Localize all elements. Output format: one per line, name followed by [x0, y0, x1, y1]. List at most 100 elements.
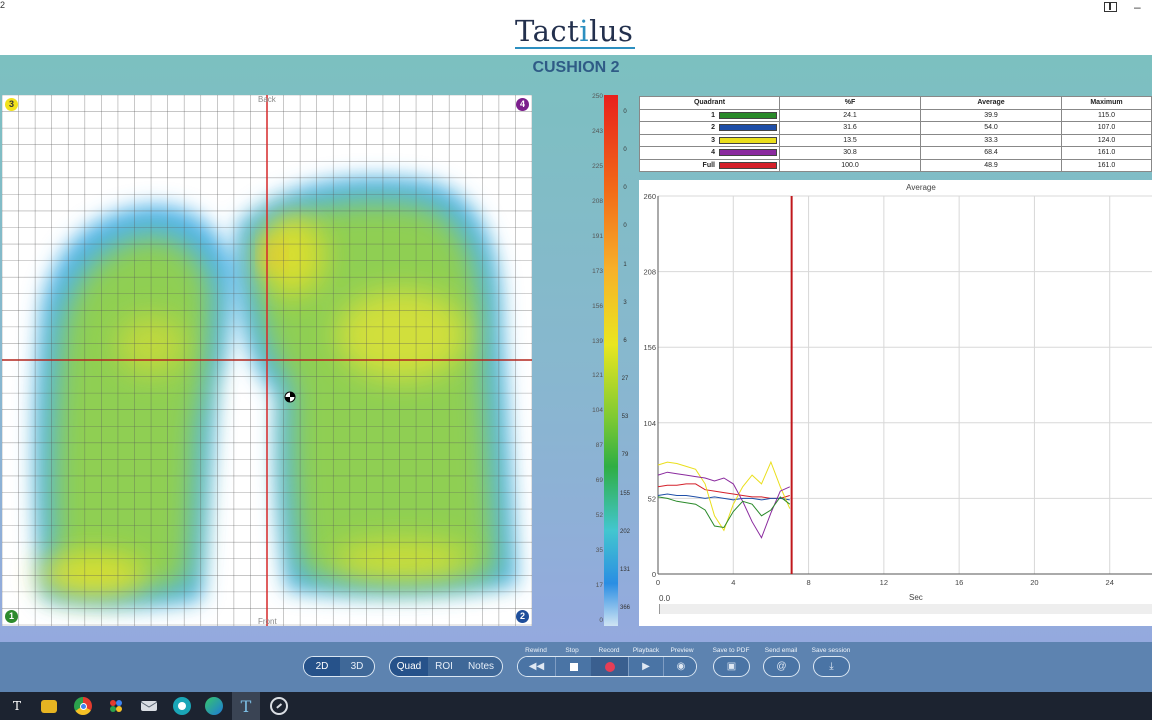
tactilus-text-icon[interactable]: T	[8, 697, 26, 715]
quadrant-cell: 4	[639, 146, 780, 160]
scale-value-label: 139	[592, 337, 603, 345]
quadrant-cell: 2	[639, 121, 780, 135]
scale-values: 250 243 225 208 191 173 156 139 121 104 87 69 52 35 17…	[588, 93, 604, 626]
apps-icon[interactable]	[107, 697, 125, 715]
minimize-icon[interactable]: –	[1134, 0, 1141, 14]
series-line	[657, 496, 791, 529]
save-disk-icon: ▣	[726, 661, 737, 672]
view-3d-button[interactable]: 3D	[340, 657, 374, 676]
stop-icon	[569, 662, 578, 671]
pressure-scale: 250 243 225 208 191 173 156 139 121 104 87 69 52 35 17…	[588, 93, 632, 626]
file-explorer-icon[interactable]	[41, 700, 57, 713]
average-chart[interactable]: Average0481216202428052104156208260 0.0 …	[639, 180, 1152, 626]
browser-icon[interactable]	[173, 697, 191, 715]
y-tick-label: 52	[648, 494, 656, 503]
quadrant-badge-1: 1	[5, 610, 18, 623]
edge-icon[interactable]	[205, 697, 223, 715]
scale-value-label: 69	[595, 477, 603, 485]
transport-controls: ◀◀ ▶ ◉	[517, 656, 697, 677]
scale-percent-label: 6	[623, 337, 627, 344]
front-label: Front	[258, 617, 277, 626]
preview-button[interactable]: ◉	[663, 657, 696, 676]
maximum-cell: 115.0	[1061, 108, 1152, 122]
save-session-button[interactable]: ⤓	[813, 656, 850, 677]
x-tick-label: 0	[656, 578, 660, 587]
quadrant-color-swatch	[719, 149, 777, 157]
series-line	[657, 483, 790, 499]
maximum-cell: 124.0	[1061, 133, 1152, 147]
notes-button[interactable]: Notes	[460, 657, 502, 676]
x-tick-label: 8	[806, 578, 810, 587]
header-percent-force: %F	[779, 96, 921, 110]
save-session-label: Save session	[811, 647, 851, 654]
scale-percent-label: 0	[623, 147, 627, 154]
scale-percent-label: 79	[621, 452, 629, 459]
eye-icon: ◉	[676, 661, 686, 672]
record-button[interactable]	[591, 657, 628, 676]
roi-button[interactable]: ROI	[428, 657, 460, 676]
table-header-row: Quadrant %F Average Maximum	[639, 96, 1152, 110]
scale-value-label: 208	[592, 197, 603, 205]
view-mode-toggle[interactable]: 2D 3D	[303, 656, 375, 677]
chrome-icon[interactable]	[74, 697, 92, 715]
quadrant-label: 3	[711, 136, 715, 144]
tactilus-app-icon[interactable]: T	[237, 697, 255, 716]
clock-app-icon[interactable]	[270, 697, 288, 715]
stop-label: Stop	[565, 647, 579, 654]
quadrant-label: Full	[702, 161, 715, 169]
header-quadrant: Quadrant	[639, 96, 780, 110]
scale-percent-label: 202	[619, 528, 630, 535]
play-icon: ▶	[642, 661, 650, 672]
scale-percent-label: 0	[623, 109, 627, 115]
percent-force-cell: 24.1	[779, 108, 921, 122]
chart-x-axis-label: Sec	[909, 593, 923, 602]
logo-underline	[515, 47, 635, 49]
quadrant-color-swatch	[719, 161, 777, 169]
scale-value-label: 104	[592, 407, 603, 415]
page-title: CUSHION 2	[532, 59, 620, 76]
table-row: 2 31.6 54.0 107.0	[639, 121, 1152, 135]
rewind-icon: ◀◀	[528, 661, 545, 672]
send-email-button[interactable]: @	[763, 656, 800, 677]
quadrant-badge-3: 3	[5, 98, 18, 111]
scale-value-label: 35	[595, 547, 603, 555]
y-tick-label: 208	[643, 268, 656, 277]
scale-percent-label: 1	[623, 261, 627, 268]
save-pdf-button[interactable]: ▣	[713, 656, 750, 677]
back-label: Back	[258, 95, 276, 104]
view-2d-button[interactable]: 2D	[304, 657, 340, 676]
quadrant-cell: Full	[639, 158, 780, 172]
window-layout-icon[interactable]	[1104, 2, 1117, 12]
maximum-cell: 107.0	[1061, 121, 1152, 135]
scale-value-label: 121	[592, 372, 603, 380]
overlay-mode-toggle[interactable]: Quad ROI Notes	[389, 656, 503, 677]
scale-value-label: 243	[592, 127, 603, 135]
scale-value-label: 173	[592, 267, 603, 275]
y-tick-label: 104	[643, 419, 656, 428]
series-line	[657, 460, 791, 532]
y-tick-label: 156	[643, 343, 656, 352]
center-of-pressure-icon	[284, 391, 296, 403]
scale-value-label: 250	[592, 93, 603, 100]
quadrant-badge-2: 2	[516, 610, 529, 623]
send-email-label: Send email	[764, 647, 798, 654]
average-cell: 33.3	[920, 133, 1062, 147]
mail-icon[interactable]	[140, 697, 158, 715]
quad-button[interactable]: Quad	[390, 657, 428, 676]
rewind-label: Rewind	[525, 647, 547, 654]
header-average: Average	[920, 96, 1062, 110]
percent-force-cell: 31.6	[779, 121, 921, 135]
rewind-button[interactable]: ◀◀	[518, 657, 555, 676]
quadrant-label: 1	[711, 111, 715, 119]
scale-percent-label: 27	[621, 376, 629, 383]
table-row: 1 24.1 39.9 115.0	[639, 108, 1152, 122]
average-cell: 48.9	[920, 158, 1062, 172]
scale-value-label: 52	[595, 512, 603, 520]
scale-gradient-bar	[604, 95, 618, 626]
timeline-scrollbar[interactable]	[659, 604, 1152, 614]
stop-button[interactable]	[555, 657, 591, 676]
pressure-map[interactable]: Back Front 3 4 1 2	[2, 95, 532, 626]
quadrant-cell: 3	[639, 133, 780, 147]
playback-button[interactable]: ▶	[628, 657, 663, 676]
scale-value-label: 17	[595, 582, 603, 590]
